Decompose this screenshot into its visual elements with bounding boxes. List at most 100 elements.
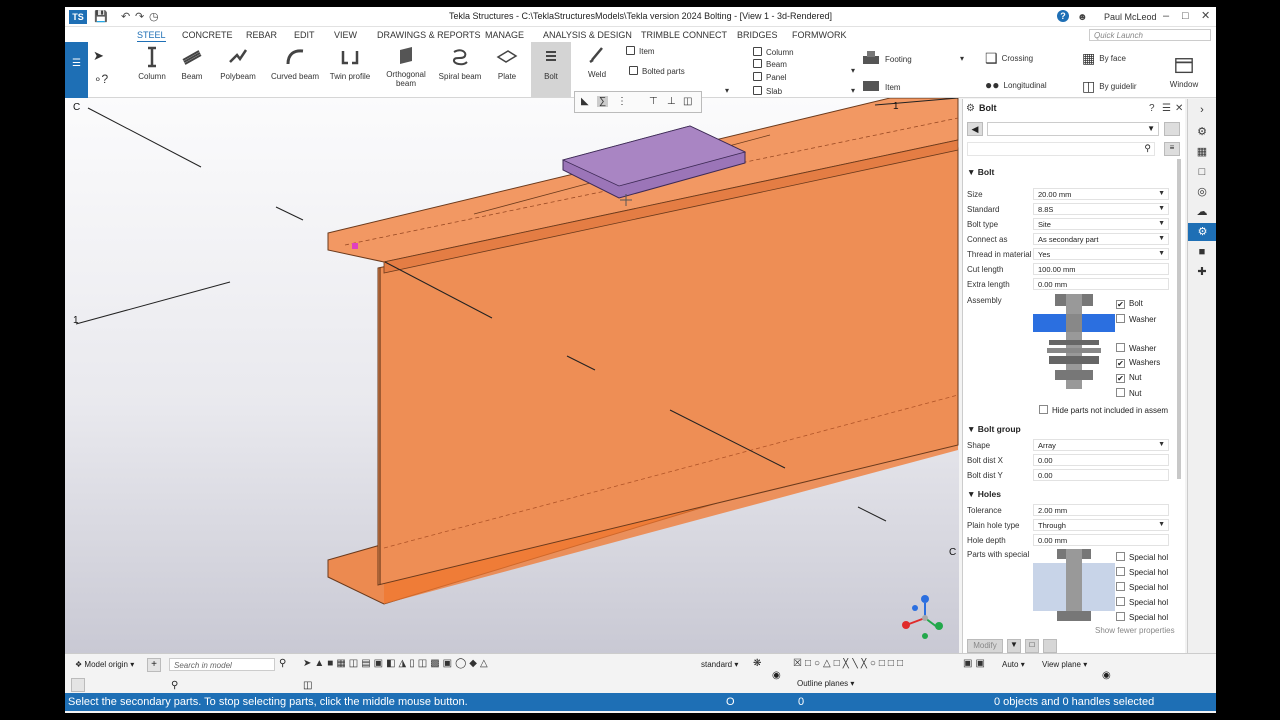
snap-switches[interactable]: ☒□○△□╳╲╳○□□□ xyxy=(793,658,961,672)
help-icon[interactable]: ? xyxy=(1057,10,1069,22)
catalog-icon[interactable]: ▦ xyxy=(1195,145,1209,159)
assembly-nut-checkbox[interactable]: ✔ Nut xyxy=(1116,373,1141,383)
crossing-button[interactable]: ❑ Crossing xyxy=(985,50,1033,67)
list-icon[interactable]: ☰ xyxy=(1162,103,1171,114)
tab-concrete[interactable]: CONCRETE xyxy=(182,30,233,40)
selection-switches[interactable]: ➤▲■▦◫▤▣◧◮▯◫▩▣◯◆△ xyxy=(303,658,697,672)
section-holes[interactable]: ▼ Holes xyxy=(967,489,1001,499)
bolt-option-icon[interactable]: ◣ xyxy=(581,96,589,107)
twin-profile-tool[interactable]: Twin profile xyxy=(327,46,373,81)
bolted-parts-button[interactable]: Bolted parts xyxy=(629,66,685,76)
modify-button[interactable]: Modify xyxy=(967,639,1003,653)
search-options-icon[interactable]: ⚲ xyxy=(171,680,178,691)
cube-icon[interactable]: ■ xyxy=(1195,245,1209,259)
pick-point[interactable] xyxy=(352,243,358,249)
panel-scrollbar[interactable] xyxy=(1177,159,1181,479)
copy-properties-icon[interactable]: □ xyxy=(1025,639,1039,653)
select-arrow-icon[interactable]: ➤ xyxy=(93,48,104,64)
special-hole-checkbox[interactable]: Special hol xyxy=(1116,552,1168,562)
user-name[interactable]: Paul McLeod xyxy=(1104,12,1157,22)
weld-tool[interactable]: Weld xyxy=(581,44,613,79)
bolt-tool[interactable]: Bolt xyxy=(531,42,571,97)
save-attributes-button[interactable] xyxy=(1164,122,1180,136)
snap-override-switches[interactable]: ▣▣ xyxy=(963,658,997,672)
polybeam-tool[interactable]: Polybeam xyxy=(219,46,257,81)
lock-origin-button[interactable] xyxy=(71,678,85,692)
properties-gear-icon[interactable]: ⚙ xyxy=(1188,223,1216,241)
quick-launch-input[interactable]: Quick Launch xyxy=(1089,29,1211,41)
search-icon[interactable]: ⚲ xyxy=(279,658,286,669)
tab-analysis-design[interactable]: ANALYSIS & DESIGN xyxy=(543,30,632,40)
field-select[interactable]: Site ▼ xyxy=(1033,218,1169,230)
field-select[interactable]: 8.8S ▼ xyxy=(1033,203,1169,215)
settings-icon[interactable]: ❋ xyxy=(753,658,761,669)
bolt-option-icon[interactable]: ∑ xyxy=(597,96,609,107)
globe-icon[interactable]: ◎ xyxy=(1195,185,1209,199)
assembly-washer-checkbox[interactable]: Washer xyxy=(1116,343,1156,353)
applications-icon[interactable]: ✚ xyxy=(1195,265,1209,279)
close-icon[interactable]: ✕ xyxy=(1175,103,1183,114)
special-hole-checkbox[interactable]: Special hol xyxy=(1116,597,1168,607)
concrete-slab-button[interactable]: Slab xyxy=(753,86,782,96)
maximize-button[interactable]: □ xyxy=(1182,9,1189,23)
field-select[interactable]: As secondary part ▼ xyxy=(1033,233,1169,245)
expand-icon[interactable]: › xyxy=(1195,103,1209,117)
tab-formwork[interactable]: FORMWORK xyxy=(792,30,847,40)
outline-planes-select[interactable]: Outline planes ▾ xyxy=(797,679,854,688)
concrete-panel-button[interactable]: Panel xyxy=(753,72,786,82)
field-input[interactable]: 100.00 mm xyxy=(1033,263,1169,275)
section-bolt[interactable]: ▼ Bolt xyxy=(967,167,994,177)
plate-tool[interactable]: Plate xyxy=(491,46,523,81)
field-input[interactable]: 0.00 mm xyxy=(1033,534,1169,546)
assembly-washer-checkbox[interactable]: Washer xyxy=(1116,314,1156,324)
axis-z-handle[interactable] xyxy=(921,595,929,603)
field-input[interactable]: 0.00 xyxy=(1033,454,1169,466)
item-button[interactable]: Item xyxy=(626,46,655,56)
field-select[interactable]: Array ▼ xyxy=(1033,439,1169,451)
assembly-washers-checkbox[interactable]: ✔ Washers xyxy=(1116,358,1160,368)
help-icon[interactable]: ? xyxy=(1149,103,1155,114)
dropdown-arrow-icon[interactable]: ▾ xyxy=(960,54,964,63)
section-bolt-group[interactable]: ▼ Bolt group xyxy=(967,424,1021,434)
tab-trimble-connect[interactable]: TRIMBLE CONNECT xyxy=(641,30,727,40)
eye-icon[interactable]: ◉ xyxy=(1102,670,1111,681)
concrete-column-button[interactable]: Column xyxy=(753,47,794,57)
model-view-3d[interactable]: C 1 1 C xyxy=(65,98,959,653)
special-hole-checkbox[interactable]: Special hol xyxy=(1116,567,1168,577)
help-pointer-icon[interactable]: ∘? xyxy=(94,72,108,86)
tab-drawings-reports[interactable]: DRAWINGS & REPORTS xyxy=(377,30,481,40)
model-origin-select[interactable]: ❖ Model origin ▾ xyxy=(75,660,134,669)
axis-x-handle[interactable] xyxy=(902,621,910,629)
axis-plane-handle[interactable] xyxy=(912,605,918,611)
tab-edit[interactable]: EDIT xyxy=(294,30,315,40)
dropdown-arrow-icon[interactable]: ▾ xyxy=(851,86,855,95)
toggle-properties-icon[interactable] xyxy=(1043,639,1057,653)
eye-icon[interactable]: ◉ xyxy=(772,670,781,681)
footing-button[interactable]: Footing xyxy=(861,50,912,66)
filter-button[interactable]: ≡ xyxy=(1164,142,1180,156)
field-select[interactable]: Through ▼ xyxy=(1033,519,1169,531)
field-input[interactable]: 0.00 xyxy=(1033,469,1169,481)
view-plane-select[interactable]: View plane ▾ xyxy=(1042,660,1087,669)
snap-switch-icon[interactable]: ◫ xyxy=(303,680,312,691)
assembly-nut-checkbox[interactable]: Nut xyxy=(1116,388,1141,398)
axis-y-handle[interactable] xyxy=(935,622,943,630)
minimize-button[interactable]: – xyxy=(1163,9,1169,23)
tab-bridges[interactable]: BRIDGES xyxy=(737,30,778,40)
attribute-file-select[interactable]: ▼ xyxy=(987,122,1159,136)
side-menu-button[interactable]: ☰ xyxy=(65,42,88,98)
tab-rebar[interactable]: REBAR xyxy=(246,30,277,40)
special-hole-checkbox[interactable]: Special hol xyxy=(1116,582,1168,592)
add-origin-button[interactable]: + xyxy=(147,658,161,672)
concrete-item-button[interactable]: Item xyxy=(861,78,901,94)
tab-manage[interactable]: MANAGE xyxy=(485,30,524,40)
settings-icon[interactable]: ⚙ xyxy=(1195,125,1209,139)
beam-tool[interactable]: Beam xyxy=(177,46,207,81)
bolt-option-icon[interactable]: ⊤ xyxy=(649,96,658,107)
pick-properties-icon[interactable]: ▼ xyxy=(1007,639,1021,653)
close-button[interactable]: ✕ xyxy=(1201,9,1210,23)
field-select[interactable]: 20.00 mm ▼ xyxy=(1033,188,1169,200)
field-input[interactable]: 2.00 mm xyxy=(1033,504,1169,516)
column-tool[interactable]: Column xyxy=(137,46,167,81)
by-guideline-button[interactable]: ◫ By guidelir xyxy=(1082,78,1137,95)
